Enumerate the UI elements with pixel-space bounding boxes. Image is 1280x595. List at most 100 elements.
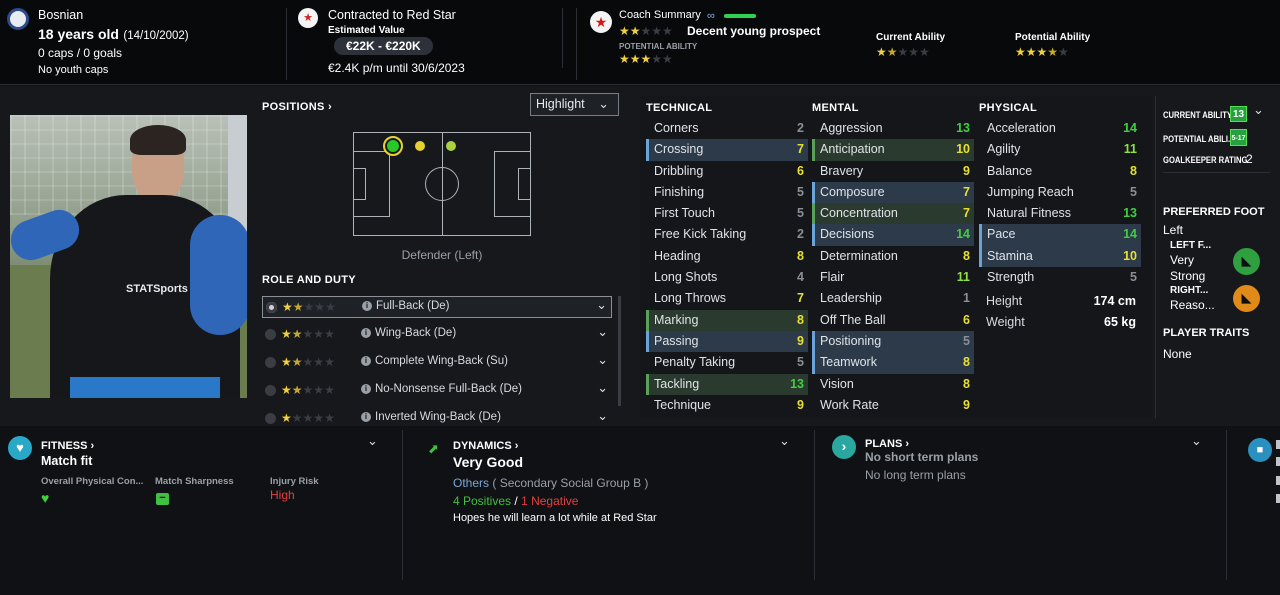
attribute-value: 9 [797,333,804,348]
attribute-row[interactable]: Teamwork 8 [812,352,974,374]
attribute-row[interactable]: Crossing 7 [646,139,808,161]
info-icon[interactable]: i [361,412,371,422]
attribute-row[interactable]: Stamina 10 [979,245,1141,268]
info-icon[interactable]: i [361,384,371,394]
attribute-value: 8 [797,248,804,263]
attribute-value: 9 [797,397,804,412]
positions-title-text: POSITIONS [262,101,325,113]
attribute-row[interactable]: Bravery 9 [812,161,974,182]
chevron-down-icon[interactable]: ⌄ [1253,102,1264,118]
attribute-row[interactable]: Free Kick Taking 2 [646,224,808,245]
attribute-row[interactable]: Vision 8 [812,374,974,395]
attribute-row[interactable]: Corners 2 [646,118,808,139]
info-icon[interactable]: i [362,301,372,311]
attribute-row[interactable]: Determination 8 [812,246,974,267]
nation-flag-icon [7,8,29,30]
extra-panel-bullet [1276,494,1280,503]
attribute-row[interactable]: Aggression 13 [812,118,974,139]
chevron-down-icon[interactable]: ⌄ [597,352,608,368]
chevron-down-icon[interactable]: ⌄ [779,433,790,449]
role-row[interactable]: ★★★★★ i Wing-Back (De) ⌄ [262,324,612,346]
attribute-row[interactable]: Off The Ball 6 [812,310,974,331]
role-radio[interactable] [265,357,276,368]
attribute-row[interactable]: Composure 7 [812,181,974,204]
plans-title[interactable]: PLANS › [865,438,909,450]
coach-rating-stars: ★★★★★ [619,24,673,38]
attribute-name: Composure [820,184,885,199]
fitness-status: Match fit [41,454,93,468]
role-row[interactable]: ★★★★★ i Complete Wing-Back (Su) ⌄ [262,352,612,374]
player-traits-value: None [1163,347,1192,361]
chevron-down-icon[interactable]: ⌄ [1191,433,1202,449]
chevron-down-icon[interactable]: ⌄ [367,433,378,449]
chevron-down-icon[interactable]: ⌄ [597,408,608,424]
attribute-value: 11 [956,270,970,285]
attribute-name: Leadership [820,291,882,306]
role-radio[interactable] [265,385,276,396]
info-icon[interactable]: i [361,356,371,366]
extra-panel-bullet [1276,457,1280,466]
chevron-down-icon[interactable]: ⌄ [597,324,608,340]
attribute-row[interactable]: Natural Fitness 13 [979,203,1141,224]
attribute-row[interactable]: Penalty Taking 5 [646,352,808,373]
attribute-name: Agility [987,142,1021,157]
attribute-row[interactable]: Balance 8 [979,161,1141,182]
attribute-row[interactable]: Long Shots 4 [646,267,808,288]
attribute-row[interactable]: Tackling 13 [646,373,808,395]
fitness-title[interactable]: FITNESS › [41,440,94,452]
roles-scrollbar[interactable] [618,296,621,406]
attribute-row[interactable]: Agility 11 [979,139,1141,160]
attribute-row[interactable]: Passing 9 [646,330,808,353]
negatives-count[interactable]: 1 Negative [521,494,578,508]
estimated-value-label: Estimated Value [328,25,405,36]
attribute-row[interactable]: Marking 8 [646,309,808,331]
coach-summary-text: Decent young prospect [687,24,821,38]
attribute-value: 2 [797,121,804,135]
attribute-row[interactable]: Technique 9 [646,395,808,416]
chevron-down-icon[interactable]: ⌄ [596,297,607,313]
attribute-row[interactable]: Acceleration 14 [979,118,1141,139]
attribute-row[interactable]: Heading 8 [646,246,808,267]
shirt-sponsor-text: STATSports [126,283,188,295]
attribute-row[interactable]: Long Throws 7 [646,288,808,309]
role-row[interactable]: ★★★★★ i Full-Back (De) ⌄ [262,296,612,318]
attribute-name: Crossing [654,142,704,157]
attribute-row[interactable]: Decisions 14 [812,224,974,246]
role-radio[interactable] [265,329,276,340]
attribute-value: 13 [790,376,804,391]
attribute-name: Long Shots [654,270,718,285]
wage-contract: €2.4K p/m until 30/6/2023 [328,61,465,75]
attribute-value: 14 [1123,227,1137,242]
attribute-row[interactable]: Concentration 7 [812,203,974,225]
attribute-value: 13 [956,121,970,135]
contract-status[interactable]: Contracted to Red Star [328,8,456,22]
attribute-value: 4 [797,270,804,285]
attribute-row[interactable]: Strength 5 [979,267,1141,288]
attribute-row[interactable]: Dribbling 6 [646,161,808,182]
info-icon[interactable]: i [361,328,371,338]
highlight-dropdown[interactable]: Highlight ⌄ [530,93,619,116]
attribute-row[interactable]: Jumping Reach 5 [979,182,1141,203]
injury-risk-value: High [270,488,295,502]
dynamics-title[interactable]: DYNAMICS › [453,440,518,452]
positives-count[interactable]: 4 Positives [453,494,511,508]
attribute-row[interactable]: Pace 14 [979,224,1141,246]
attribute-row[interactable]: Flair 11 [812,267,974,288]
social-group-link[interactable]: Others [453,476,489,490]
attribute-row[interactable]: First Touch 5 [646,203,808,224]
chevron-down-icon[interactable]: ⌄ [597,380,608,396]
role-radio[interactable] [265,413,276,424]
attribute-value: 9 [963,163,970,178]
attribute-row[interactable]: Finishing 5 [646,182,808,203]
attribute-row[interactable]: Leadership 1 [812,288,974,309]
attribute-row[interactable]: Positioning 5 [812,330,974,353]
role-radio[interactable] [266,302,277,313]
positions-title[interactable]: POSITIONS › [262,101,332,113]
overall-condition-label: Overall Physical Con... [41,476,144,487]
scout-knowledge-bar [724,14,756,18]
fitness-title-text: FITNESS [41,440,88,452]
role-row[interactable]: ★★★★★ i No-Nonsense Full-Back (De) ⌄ [262,380,612,402]
attribute-row[interactable]: Work Rate 9 [812,395,974,416]
attribute-row[interactable]: Anticipation 10 [812,139,974,161]
attribute-value: 6 [963,312,970,327]
